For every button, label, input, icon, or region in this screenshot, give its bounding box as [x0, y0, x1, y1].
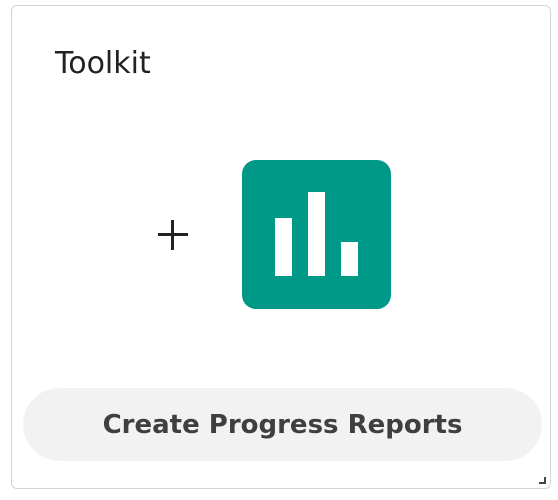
create-progress-reports-label: Create Progress Reports: [102, 409, 463, 440]
resize-handle-icon[interactable]: [537, 475, 547, 485]
toolkit-card: Toolkit Create Progress Reports: [11, 5, 551, 489]
bar-chart-icon: [275, 192, 358, 276]
plus-icon: [158, 220, 188, 250]
card-title: Toolkit: [55, 46, 151, 81]
progress-reports-app-tile[interactable]: [242, 160, 391, 309]
create-progress-reports-button[interactable]: Create Progress Reports: [23, 388, 542, 461]
